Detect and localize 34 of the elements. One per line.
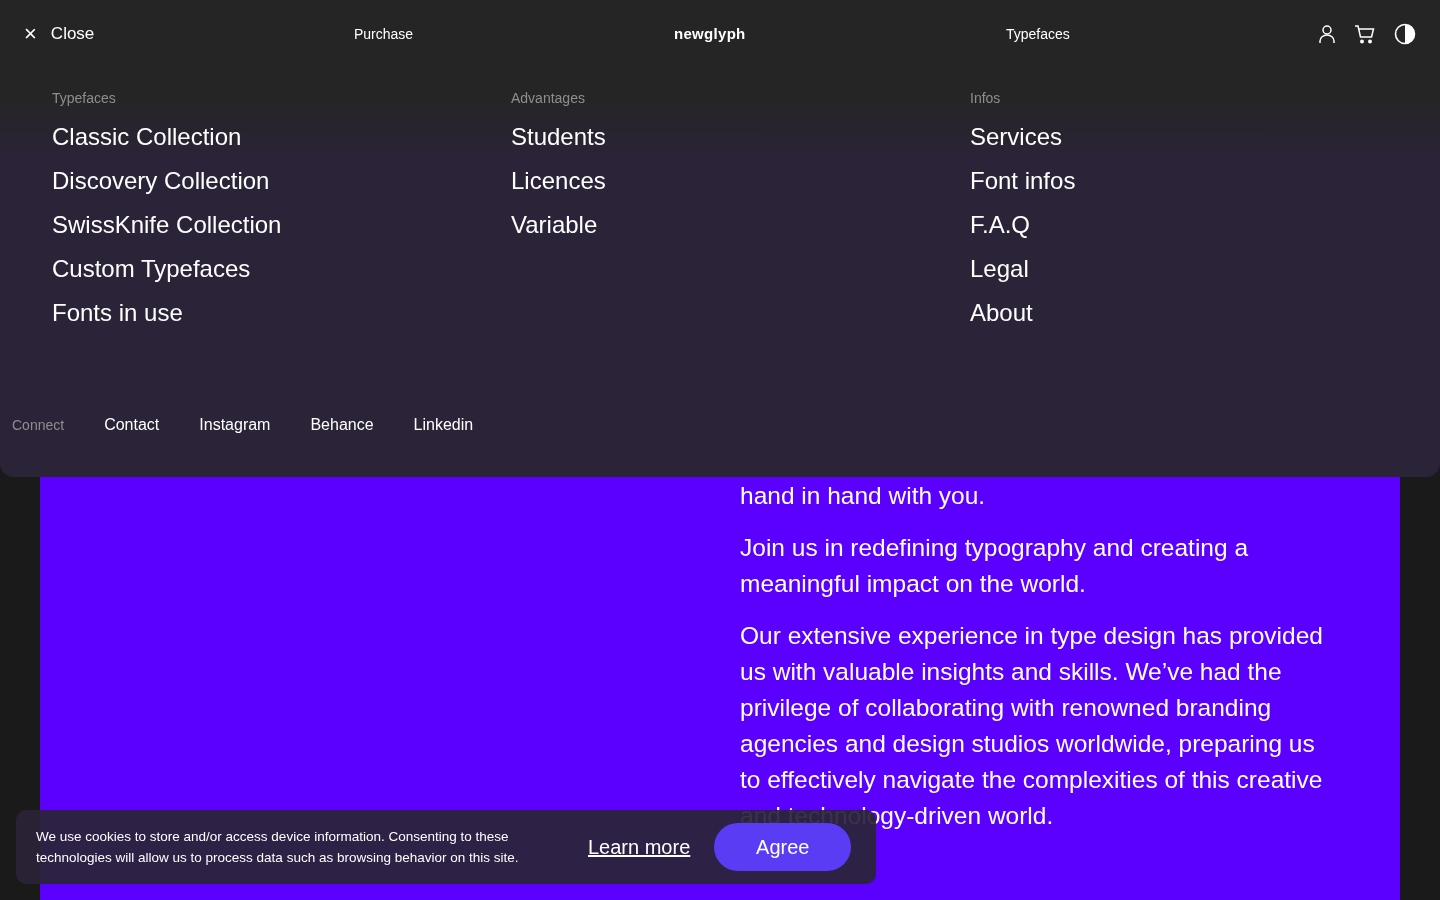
social-link[interactable]: Behance [310,413,374,437]
menu-link[interactable]: Font infos [970,159,1076,203]
menu-link[interactable]: Licences [511,159,606,203]
paragraph: Join us in redefining typography and creating a meaningful impact on the world. [740,533,1250,599]
column-heading: Typefaces [52,89,116,108]
contrast-icon[interactable] [1394,23,1416,45]
cookie-text: We use cookies to store and/or access device information. Consenting to these technologies will allow us to process data such as browsing behavior on this site. [36,828,520,867]
menu-link[interactable]: About [970,291,1033,335]
menu-link[interactable]: Fonts in use [52,291,183,335]
learn-more-link[interactable]: Learn more [588,832,691,862]
column-heading: Advantages [511,89,585,108]
social-link[interactable]: Instagram [199,413,271,437]
logo[interactable]: newglyph [674,25,746,42]
menu-link[interactable]: Classic Collection [52,115,242,159]
menu-link[interactable]: Variable [511,203,598,247]
connect-label: Connect [12,415,65,435]
menu-link[interactable]: F.A.Q [970,203,1030,247]
menu-link[interactable]: Discovery Collection [52,159,270,203]
menu-link[interactable]: Legal [970,247,1029,291]
social-link[interactable]: Linkedin [413,413,474,437]
menu-link[interactable]: Services [970,115,1063,159]
column-heading: Infos [970,89,1001,108]
agree-button[interactable]: Agree [714,823,852,871]
menu-link[interactable]: SwissKnife Collection [52,203,282,247]
cart-icon[interactable] [1354,24,1376,44]
close-button[interactable]: × Close [24,21,354,47]
menu-link[interactable]: Custom Typefaces [52,247,251,291]
purchase-link[interactable]: Purchase [354,26,414,42]
close-icon: × [24,23,37,45]
typefaces-link[interactable]: Typefaces [1006,26,1070,42]
social-link[interactable]: Contact [104,413,160,437]
paragraph: hand in hand with you. [740,481,987,511]
user-icon[interactable] [1318,24,1336,44]
menu-link[interactable]: Students [511,115,606,159]
